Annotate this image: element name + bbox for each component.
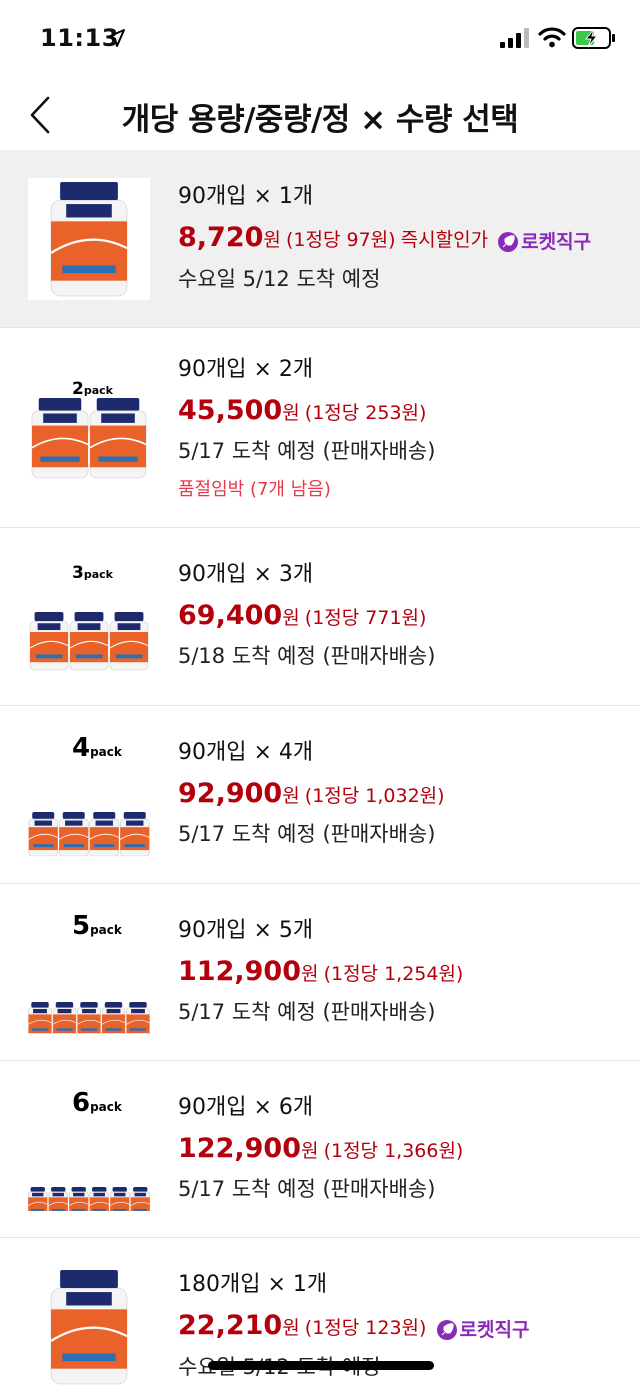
delivery-info: 5/17 도착 예정 (판매자배송) (178, 822, 436, 846)
option-price: 92,900 (178, 778, 283, 809)
bottle-image (28, 1187, 48, 1211)
bottle-image (126, 1002, 150, 1034)
currency-label: 원 (282, 785, 300, 807)
bottle-image (77, 1002, 101, 1034)
bottle-image (29, 612, 69, 671)
rocket-label: 로켓직구 (459, 1318, 530, 1341)
option-quantity: 90개입 × 3개 (178, 562, 314, 587)
bottle-image (109, 1187, 130, 1211)
unit-price: (1정당 1,366원) (323, 1140, 464, 1162)
option-item[interactable]: 4pack 90개입 × 4개 92,900원 (1정당 1,032원) 5/1… (0, 706, 640, 884)
option-list: 90개입 × 1개 8,720원 (1정당 97원) 즉시할인가 로켓직구 수요… (0, 150, 640, 1386)
option-item[interactable]: 6pack 90개입 × 6개 122,900원 (1정당 1,366원) 5/… (0, 1061, 640, 1238)
delivery-info: 수요일 5/12 도착 예정 (178, 266, 381, 291)
bottle-image (28, 812, 59, 856)
option-price: 22,210 (178, 1310, 283, 1341)
bottle-image (89, 1187, 110, 1211)
rocket-direct-icon (498, 231, 519, 252)
unit-price: (1정당 1,032원) (304, 785, 445, 807)
bottle-image (52, 1002, 77, 1034)
product-thumbnail: 4pack (28, 734, 150, 856)
bottle-image (69, 612, 109, 671)
option-item[interactable]: 2pack 90개입 × 2개 45,500원 (1정당 253원) 5/17 … (0, 328, 640, 528)
option-quantity: 90개입 × 1개 (178, 184, 314, 209)
unit-price: (1정당 771원) (304, 607, 427, 629)
bottle-image (101, 1002, 126, 1034)
bottle-image (119, 812, 150, 856)
rocket-direct-icon (436, 1319, 457, 1340)
bottle-image (48, 1187, 69, 1211)
cellular-signal-icon (500, 28, 529, 48)
price-line: 122,900원 (1정당 1,366원) (178, 1132, 463, 1169)
pack-label: 2pack (72, 379, 114, 399)
option-quantity: 90개입 × 5개 (178, 918, 314, 943)
option-quantity: 90개입 × 4개 (178, 740, 314, 765)
product-thumbnail (28, 178, 150, 300)
price-line: 8,720원 (1정당 97원) 즉시할인가 로켓직구 (178, 221, 591, 259)
product-thumbnail: 2pack (31, 379, 147, 479)
option-item[interactable]: 3pack 90개입 × 3개 69,400원 (1정당 771원) 5/18 … (0, 528, 640, 706)
instant-discount-label: 즉시할인가 (400, 229, 489, 251)
product-thumbnail: 5pack (28, 912, 150, 1034)
home-indicator (208, 1361, 434, 1370)
delivery-info: 5/17 도착 예정 (판매자배송) (178, 439, 436, 463)
product-thumbnail: 3pack (29, 563, 149, 671)
currency-label: 원 (282, 1317, 300, 1339)
unit-price: (1정당 253원) (304, 402, 427, 424)
rocket-badge: 로켓직구 (436, 1312, 530, 1347)
bottle-image (58, 812, 89, 856)
currency-label: 원 (300, 963, 319, 985)
option-quantity: 90개입 × 2개 (178, 357, 314, 382)
option-price: 69,400 (178, 600, 283, 631)
option-price: 8,720 (178, 222, 264, 253)
option-price: 45,500 (178, 395, 283, 426)
pack-label: 3pack (72, 563, 114, 583)
stock-warning: 품절임박 (7개 남음) (178, 479, 331, 500)
bottle-image (89, 812, 120, 856)
header: 개당 용량/중량/정 × 수량 선택 (0, 80, 640, 150)
pack-label: 4pack (72, 734, 123, 763)
bottle-image (28, 1002, 52, 1034)
battery-charging-icon (572, 27, 615, 49)
rocket-label: 로켓직구 (521, 230, 592, 253)
wifi-icon (538, 27, 566, 48)
price-line: 92,900원 (1정당 1,032원) (178, 777, 445, 814)
option-item[interactable]: 90개입 × 1개 8,720원 (1정당 97원) 즉시할인가 로켓직구 수요… (0, 150, 640, 328)
unit-price: (1정당 1,254원) (323, 963, 464, 985)
rocket-badge: 로켓직구 (497, 224, 591, 259)
product-thumbnail (28, 1266, 150, 1386)
option-quantity: 180개입 × 1개 (178, 1272, 328, 1297)
unit-price: (1정당 123원) (304, 1317, 427, 1339)
currency-label: 원 (300, 1140, 319, 1162)
currency-label: 원 (282, 402, 300, 424)
bottle-image (50, 182, 128, 297)
delivery-info: 5/18 도착 예정 (판매자배송) (178, 644, 436, 668)
status-bar: 11:13 (0, 0, 640, 80)
option-item[interactable]: 5pack 90개입 × 5개 112,900원 (1정당 1,254원) 5/… (0, 884, 640, 1061)
price-line: 112,900원 (1정당 1,254원) (178, 955, 463, 992)
option-quantity: 90개입 × 6개 (178, 1095, 314, 1120)
bottle-image (50, 1270, 128, 1385)
bottle-image (31, 398, 89, 479)
option-price: 112,900 (178, 956, 301, 987)
price-line: 69,400원 (1정당 771원) (178, 599, 435, 636)
page-title: 개당 용량/중량/정 × 수량 선택 (121, 102, 519, 138)
unit-price: (1정당 97원) (285, 229, 396, 251)
currency-label: 원 (263, 229, 281, 251)
option-price: 122,900 (178, 1133, 301, 1164)
location-arrow-icon (107, 29, 125, 47)
product-thumbnail: 6pack (28, 1089, 150, 1211)
pack-label: 6pack (72, 1089, 123, 1118)
bottle-image (68, 1187, 89, 1211)
bottle-image (130, 1187, 150, 1211)
bottle-image (109, 612, 149, 671)
delivery-info: 5/17 도착 예정 (판매자배송) (178, 1000, 436, 1024)
currency-label: 원 (282, 607, 300, 629)
price-line: 22,210원 (1정당 123원) 로켓직구 (178, 1309, 529, 1347)
delivery-info: 5/17 도착 예정 (판매자배송) (178, 1177, 436, 1201)
pack-label: 5pack (72, 912, 123, 941)
price-line: 45,500원 (1정당 253원) (178, 394, 435, 431)
bottle-image (89, 398, 147, 479)
